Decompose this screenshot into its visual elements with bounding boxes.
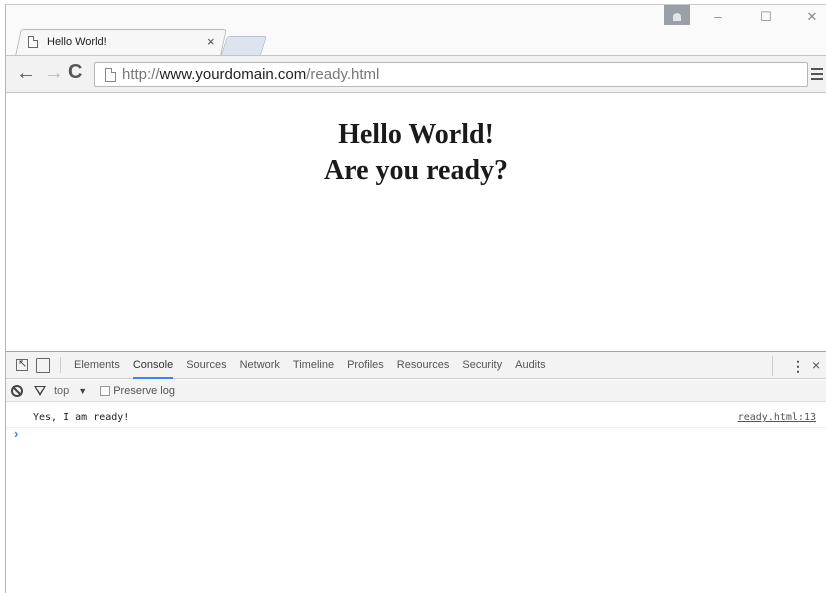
preserve-log-checkbox[interactable] xyxy=(100,385,111,396)
new-tab-button[interactable] xyxy=(220,36,268,55)
maximize-button[interactable]: ☐ xyxy=(751,7,781,27)
chevron-down-icon[interactable]: ▼ xyxy=(78,386,87,396)
tab-sources[interactable]: Sources xyxy=(186,352,226,379)
context-selector[interactable]: top xyxy=(54,385,69,397)
filter-icon[interactable] xyxy=(34,385,46,396)
url-text[interactable]: http://www.yourdomain.com/ready.html xyxy=(122,66,379,83)
title-bar: Hello World! × – ☐ ✕ xyxy=(6,5,826,55)
close-window-button[interactable]: ✕ xyxy=(797,7,826,27)
tab-audits[interactable]: Audits xyxy=(515,352,546,379)
heading-line-1: Hello World! xyxy=(338,119,494,150)
divider xyxy=(60,357,61,373)
console-source-link[interactable]: ready.html:13 xyxy=(738,412,816,423)
tab-content[interactable]: Hello World! × xyxy=(24,29,224,55)
menu-icon[interactable] xyxy=(811,68,823,83)
page-heading: Hello World! Are you ready? xyxy=(6,117,826,189)
tab-timeline[interactable]: Timeline xyxy=(293,352,334,379)
console-message-text: Yes, I am ready! xyxy=(33,412,130,423)
user-icon[interactable] xyxy=(664,5,690,25)
console-output: Yes, I am ready! ready.html:13 › xyxy=(6,403,826,593)
tab-resources[interactable]: Resources xyxy=(397,352,450,379)
console-toolbar: top ▼ Preserve log xyxy=(6,380,826,402)
clear-console-icon[interactable] xyxy=(11,384,23,397)
forward-icon[interactable]: → xyxy=(44,62,64,85)
more-options-icon[interactable]: ⋮ xyxy=(772,356,805,376)
url-prefix: http:// xyxy=(122,66,160,83)
console-prompt[interactable]: › xyxy=(14,426,18,441)
tab-title: Hello World! xyxy=(47,36,107,48)
browser-toolbar: ← → C http://www.yourdomain.com/ready.ht… xyxy=(6,55,826,93)
device-icon[interactable] xyxy=(36,357,50,373)
tab-network[interactable]: Network xyxy=(240,352,280,379)
browser-window: Hello World! × – ☐ ✕ ← → C http://www.yo… xyxy=(5,4,826,593)
preserve-log-label[interactable]: Preserve log xyxy=(113,385,175,397)
reload-icon[interactable]: C xyxy=(68,61,82,84)
tab-profiles[interactable]: Profiles xyxy=(347,352,384,379)
back-icon[interactable]: ← xyxy=(16,62,36,85)
devtools-panel: Elements Console Sources Network Timelin… xyxy=(6,351,826,593)
page-icon xyxy=(28,36,38,48)
tab-console[interactable]: Console xyxy=(132,352,174,379)
inspect-icon[interactable] xyxy=(16,357,28,371)
heading-line-2: Are you ready? xyxy=(323,155,509,186)
tab-security[interactable]: Security xyxy=(462,352,502,379)
page-viewport: Hello World! Are you ready? xyxy=(6,94,826,351)
devtools-tab-bar: Elements Console Sources Network Timelin… xyxy=(6,352,826,379)
console-message: Yes, I am ready! ready.html:13 xyxy=(6,408,826,428)
address-bar[interactable]: http://www.yourdomain.com/ready.html xyxy=(94,62,808,87)
devtools-close-icon[interactable]: × xyxy=(812,357,820,373)
page-icon xyxy=(105,67,116,82)
tab-elements[interactable]: Elements xyxy=(74,352,120,379)
url-path: /ready.html xyxy=(306,66,380,83)
url-host: www.yourdomain.com xyxy=(159,66,307,83)
tab-close-icon[interactable]: × xyxy=(207,34,215,49)
minimize-button[interactable]: – xyxy=(703,7,733,27)
